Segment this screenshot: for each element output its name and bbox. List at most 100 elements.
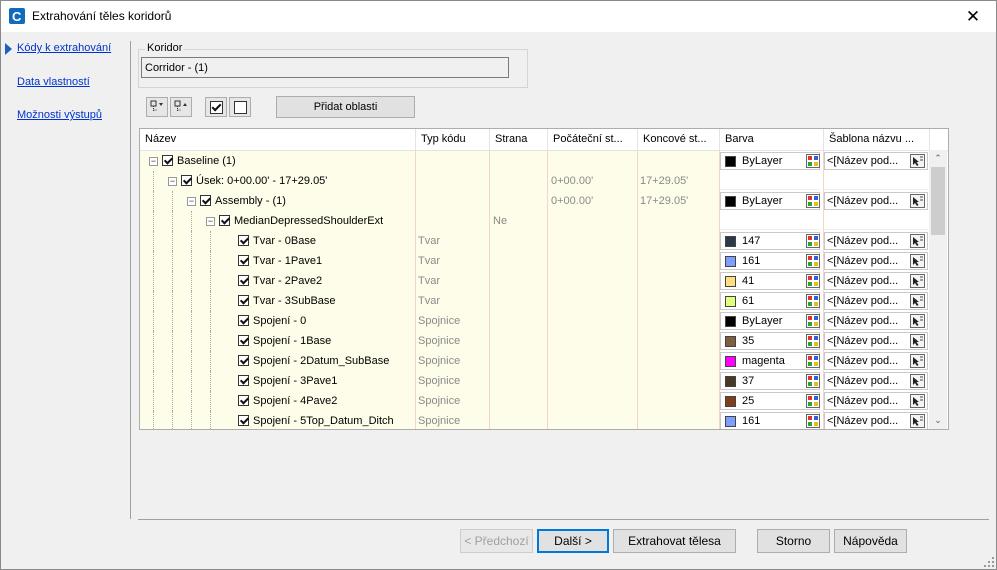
color-field[interactable]: 161: [720, 252, 820, 270]
row-checkbox[interactable]: [238, 355, 249, 366]
name-template-field[interactable]: <[Název pod...: [824, 192, 928, 210]
edit-template-icon[interactable]: [910, 374, 925, 388]
color-picker-icon[interactable]: [806, 254, 820, 268]
expand-all-button[interactable]: [146, 97, 168, 117]
row-checkbox[interactable]: [162, 155, 173, 166]
name-template-field[interactable]: <[Název pod...: [824, 332, 928, 350]
row-checkbox[interactable]: [181, 175, 192, 186]
color-picker-icon[interactable]: [806, 334, 820, 348]
extract-solids-button[interactable]: Extrahovat tělesa: [613, 529, 736, 553]
edit-template-icon[interactable]: [910, 194, 925, 208]
color-field[interactable]: ByLayer: [720, 192, 820, 210]
edit-template-icon[interactable]: [910, 234, 925, 248]
column-header-template[interactable]: Šablona názvu ...: [824, 129, 930, 150]
edit-template-icon[interactable]: [910, 294, 925, 308]
previous-button[interactable]: < Předchozí: [460, 529, 533, 553]
collapse-node-icon[interactable]: −: [149, 157, 158, 166]
color-picker-icon[interactable]: [806, 234, 820, 248]
edit-template-icon[interactable]: [910, 414, 925, 428]
color-picker-icon[interactable]: [806, 194, 820, 208]
collapse-node-icon[interactable]: −: [187, 197, 196, 206]
table-row[interactable]: Spojení - 4Pave2 Spojnice 25 <[Název pod...: [140, 391, 930, 411]
help-button[interactable]: Nápověda: [834, 529, 907, 553]
clear-all-button[interactable]: [229, 97, 251, 117]
row-checkbox[interactable]: [238, 415, 249, 426]
corridor-field[interactable]: Corridor - (1): [141, 57, 509, 78]
table-row[interactable]: Tvar - 0Base Tvar 147 <[Název pod...: [140, 231, 930, 251]
color-picker-icon[interactable]: [806, 154, 820, 168]
color-field[interactable]: magenta: [720, 352, 820, 370]
table-row[interactable]: − MedianDepressedShoulderExt Ne: [140, 211, 930, 231]
name-template-field[interactable]: <[Název pod...: [824, 312, 928, 330]
table-row[interactable]: Spojení - 2Datum_SubBase Spojnice magenta <…: [140, 351, 930, 371]
row-checkbox[interactable]: [238, 395, 249, 406]
table-row[interactable]: − Úsek: 0+00.00' - 17+29.05' 0+00.00' 17+29…: [140, 171, 930, 191]
name-template-field[interactable]: <[Název pod...: [824, 272, 928, 290]
color-field[interactable]: 61: [720, 292, 820, 310]
table-row[interactable]: − Baseline (1) ByLayer <[Název pod...: [140, 151, 930, 171]
resize-grip-icon[interactable]: [984, 557, 994, 567]
column-header-code-type[interactable]: Typ kódu: [416, 129, 490, 150]
vertical-scrollbar[interactable]: ⌃ ⌄: [929, 150, 947, 429]
scroll-down-icon[interactable]: ⌄: [929, 412, 947, 428]
name-template-field[interactable]: <[Název pod...: [824, 252, 928, 270]
table-row[interactable]: Spojení - 0 Spojnice ByLayer <[Název pod...: [140, 311, 930, 331]
scroll-thumb[interactable]: [931, 167, 945, 235]
table-row[interactable]: Tvar - 2Pave2 Tvar 41 <[Název pod...: [140, 271, 930, 291]
edit-template-icon[interactable]: [910, 334, 925, 348]
nav-link-property-data[interactable]: Data vlastností: [17, 76, 90, 88]
row-checkbox[interactable]: [238, 315, 249, 326]
name-template-field[interactable]: <[Název pod...: [824, 412, 928, 429]
next-button[interactable]: Další >: [537, 529, 609, 553]
collapse-node-icon[interactable]: −: [206, 217, 215, 226]
edit-template-icon[interactable]: [910, 274, 925, 288]
name-template-field[interactable]: <[Název pod...: [824, 292, 928, 310]
color-field[interactable]: 147: [720, 232, 820, 250]
row-checkbox[interactable]: [238, 275, 249, 286]
select-all-button[interactable]: [205, 97, 227, 117]
column-header-name[interactable]: Název: [140, 129, 416, 150]
edit-template-icon[interactable]: [910, 354, 925, 368]
name-template-field[interactable]: <[Název pod...: [824, 232, 928, 250]
color-picker-icon[interactable]: [806, 274, 820, 288]
edit-template-icon[interactable]: [910, 394, 925, 408]
name-template-field[interactable]: <[Název pod...: [824, 392, 928, 410]
nav-link-codes[interactable]: Kódy k extrahování: [17, 42, 111, 54]
color-picker-icon[interactable]: [806, 294, 820, 308]
column-header-start[interactable]: Počáteční st...: [548, 129, 638, 150]
color-field[interactable]: 161: [720, 412, 820, 429]
table-row[interactable]: Spojení - 1Base Spojnice 35 <[Název pod...: [140, 331, 930, 351]
row-checkbox[interactable]: [238, 235, 249, 246]
edit-template-icon[interactable]: [910, 154, 925, 168]
add-areas-button[interactable]: Přidat oblasti: [276, 96, 415, 118]
collapse-node-icon[interactable]: −: [168, 177, 177, 186]
color-picker-icon[interactable]: [806, 314, 820, 328]
color-field[interactable]: ByLayer: [720, 152, 820, 170]
row-checkbox[interactable]: [238, 375, 249, 386]
table-row[interactable]: Tvar - 1Pave1 Tvar 161 <[Název pod...: [140, 251, 930, 271]
name-template-field[interactable]: <[Název pod...: [824, 352, 928, 370]
table-row[interactable]: Spojení - 5Top_Datum_Ditch Spojnice 161 <[N…: [140, 411, 930, 429]
edit-template-icon[interactable]: [910, 314, 925, 328]
nav-link-output-options[interactable]: Možnosti výstupů: [17, 109, 102, 121]
name-template-field[interactable]: <[Název pod...: [824, 372, 928, 390]
scroll-up-icon[interactable]: ⌃: [929, 150, 947, 166]
color-picker-icon[interactable]: [806, 414, 820, 428]
column-header-end[interactable]: Koncové st...: [638, 129, 720, 150]
row-checkbox[interactable]: [219, 215, 230, 226]
color-picker-icon[interactable]: [806, 374, 820, 388]
collapse-all-button[interactable]: [170, 97, 192, 117]
column-header-side[interactable]: Strana: [490, 129, 548, 150]
edit-template-icon[interactable]: [910, 254, 925, 268]
color-field[interactable]: 37: [720, 372, 820, 390]
row-checkbox[interactable]: [238, 335, 249, 346]
table-row[interactable]: − Assembly - (1) 0+00.00' 17+29.05' ByLayer <…: [140, 191, 930, 211]
close-button[interactable]: ✕: [950, 1, 996, 32]
row-checkbox[interactable]: [238, 255, 249, 266]
color-field[interactable]: 41: [720, 272, 820, 290]
table-row[interactable]: Spojení - 3Pave1 Spojnice 37 <[Název pod...: [140, 371, 930, 391]
color-field[interactable]: ByLayer: [720, 312, 820, 330]
color-picker-icon[interactable]: [806, 394, 820, 408]
name-template-field[interactable]: <[Název pod...: [824, 152, 928, 170]
row-checkbox[interactable]: [238, 295, 249, 306]
